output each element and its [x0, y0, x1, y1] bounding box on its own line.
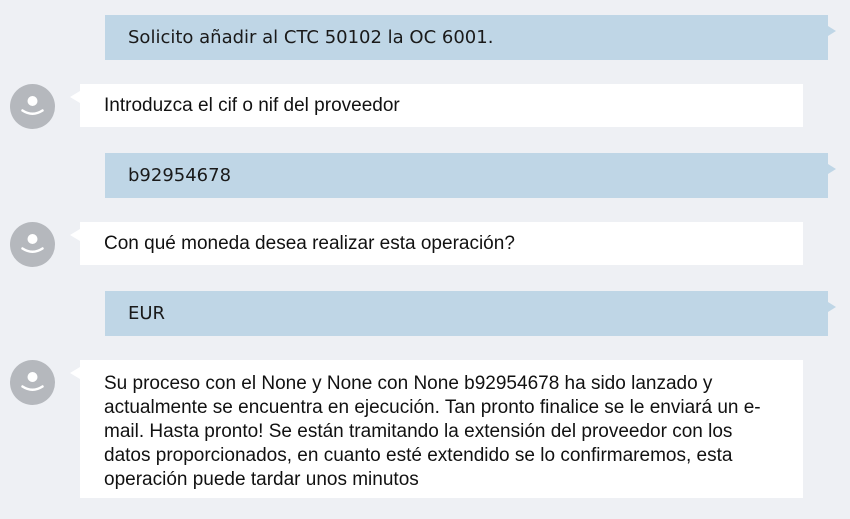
bot-avatar-icon — [10, 360, 55, 405]
bot-message: Con qué moneda desea realizar esta opera… — [70, 222, 803, 265]
bot-message-line: actualmente se encuentra en ejecución. T… — [104, 397, 761, 418]
user-message-text: b92954678 — [128, 164, 232, 186]
bot-message-text: Su proceso con el None y None con None b… — [104, 372, 761, 492]
bot-message-line: operación puede tardar unos minutos — [104, 469, 419, 490]
user-message: Solicito añadir al CTC 50102 la OC 6001. — [105, 15, 836, 60]
bot-message-text: Con qué moneda desea realizar esta opera… — [104, 232, 515, 254]
bot-avatar-icon — [10, 84, 55, 129]
chat-transcript: Solicito añadir al CTC 50102 la OC 6001.… — [0, 0, 850, 519]
bot-message-text: Introduzca el cif o nif del proveedor — [104, 94, 400, 116]
bot-message-line: mail. Hasta pronto! Se están tramitando … — [104, 421, 733, 442]
bot-message-line: datos proporcionados, en cuanto esté ext… — [104, 445, 733, 466]
user-message-text: EUR — [128, 302, 166, 324]
bot-message: Su proceso con el None y None con None b… — [70, 360, 803, 498]
user-message: EUR — [105, 291, 836, 336]
bot-avatar-icon — [10, 222, 55, 267]
bot-message-line: Su proceso con el None y None con None b… — [104, 373, 713, 394]
user-message-text: Solicito añadir al CTC 50102 la OC 6001. — [128, 26, 494, 48]
user-message: b92954678 — [105, 153, 836, 198]
bot-message: Introduzca el cif o nif del proveedor — [70, 84, 803, 127]
